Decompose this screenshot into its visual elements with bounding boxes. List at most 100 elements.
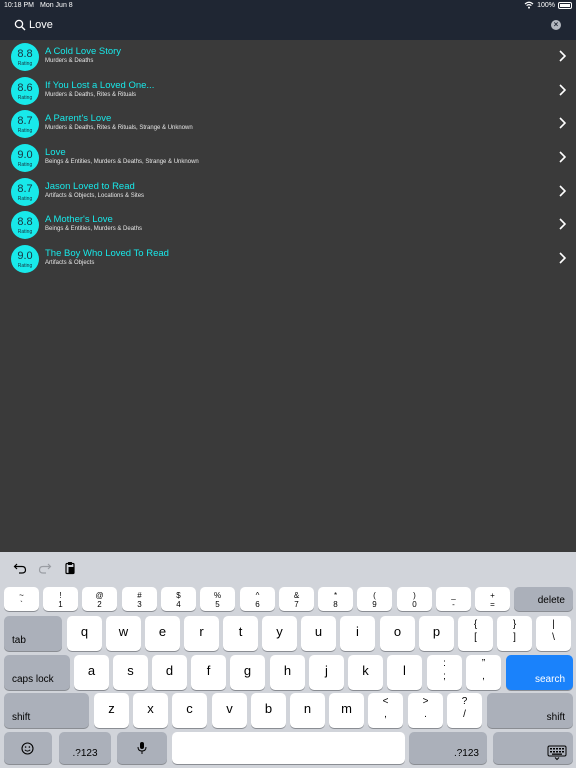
key-letter[interactable]: k xyxy=(348,655,383,690)
tab-label: tab xyxy=(12,635,26,646)
dictation-key[interactable] xyxy=(117,732,167,764)
result-title: If You Lost a Loved One... xyxy=(45,79,155,91)
emoji-key[interactable] xyxy=(4,732,52,764)
key-char: 5 xyxy=(215,600,220,609)
result-row[interactable]: 8.8 Rating A Mother's Love Beings & Entitie… xyxy=(0,208,576,242)
space-key[interactable] xyxy=(172,732,405,764)
key-number[interactable]: * 8 xyxy=(318,587,353,611)
key-symbol[interactable]: >. xyxy=(408,693,443,728)
key-number[interactable]: ! 1 xyxy=(43,587,78,611)
number-mode-key[interactable]: .?123 xyxy=(59,732,111,764)
key-char: h xyxy=(283,663,292,678)
key-letter[interactable]: h xyxy=(270,655,305,690)
result-title: A Cold Love Story xyxy=(45,46,122,57)
key-symbol[interactable]: | \ xyxy=(536,616,571,651)
key-letter[interactable]: p xyxy=(419,616,454,651)
key-letter[interactable]: f xyxy=(191,655,226,690)
key-letter[interactable]: s xyxy=(113,655,148,690)
key-letter[interactable]: a xyxy=(74,655,109,690)
key-char: l xyxy=(403,663,406,678)
search-label: search xyxy=(534,674,565,685)
rating-badge: 9.0 Rating xyxy=(11,245,39,274)
redo-icon[interactable] xyxy=(38,561,52,575)
hide-keyboard-key[interactable] xyxy=(493,732,573,764)
search-icon xyxy=(14,19,26,31)
search-key[interactable]: search xyxy=(506,655,573,690)
key-number[interactable]: @2 xyxy=(82,587,117,611)
battery-percent: 100% xyxy=(537,1,555,9)
shift-left-key[interactable]: shift xyxy=(4,693,89,728)
key-char: ` xyxy=(20,600,23,609)
key-letter[interactable]: x xyxy=(133,693,168,728)
key-letter[interactable]: n xyxy=(290,693,325,728)
key-number[interactable]: ^ 6 xyxy=(240,587,275,611)
key-number[interactable]: ~ ` xyxy=(4,587,39,611)
key-number[interactable]: _ - xyxy=(436,587,471,611)
key-letter[interactable]: r xyxy=(184,616,219,651)
result-row[interactable]: 8.6 Rating If You Lost a Loved One... Murde… xyxy=(0,74,576,108)
search-input[interactable]: Love xyxy=(29,19,53,31)
key-char: . xyxy=(424,709,427,720)
key-letter[interactable]: o xyxy=(380,616,415,651)
result-row[interactable]: 8.8 Rating A Cold Love Story Murders & Deat… xyxy=(0,40,576,74)
key-shift-char: + xyxy=(490,591,495,600)
key-char: 0 xyxy=(412,600,417,609)
result-row[interactable]: 9.0 Rating Love Beings & Entities, Murders … xyxy=(0,141,576,175)
rating-score: 9.0 xyxy=(17,250,33,263)
key-letter[interactable]: y xyxy=(262,616,297,651)
rating-label: Rating xyxy=(17,162,33,169)
result-row[interactable]: 8.7 Rating Jason Loved to Read Artifacts & … xyxy=(0,175,576,209)
rating-badge: 8.7 Rating xyxy=(11,177,39,206)
keyboard-toolbar xyxy=(0,552,576,584)
paste-icon[interactable] xyxy=(63,561,77,575)
key-symbol[interactable]: <, xyxy=(368,693,403,728)
key-letter[interactable]: c xyxy=(172,693,207,728)
key-shift-char: < xyxy=(382,696,389,707)
chevron-right-icon xyxy=(559,50,566,62)
key-symbol[interactable]: ? / xyxy=(447,693,482,728)
key-letter[interactable]: u xyxy=(301,616,336,651)
key-letter[interactable]: l xyxy=(387,655,422,690)
caps-lock-key[interactable]: caps lock xyxy=(4,655,70,690)
key-letter[interactable]: d xyxy=(152,655,187,690)
key-symbol[interactable]: {[ xyxy=(458,616,493,651)
key-char: o xyxy=(393,624,402,639)
key-number[interactable]: & 7 xyxy=(279,587,314,611)
key-number[interactable]: #3 xyxy=(122,587,157,611)
key-letter[interactable]: e xyxy=(145,616,180,651)
key-number[interactable]: $4 xyxy=(161,587,196,611)
key-letter[interactable]: v xyxy=(212,693,247,728)
key-number[interactable]: % 5 xyxy=(200,587,235,611)
key-letter[interactable]: t xyxy=(223,616,258,651)
result-row[interactable]: 9.0 Rating The Boy Who Loved To Read Artifa… xyxy=(0,242,576,276)
key-letter[interactable]: w xyxy=(106,616,141,651)
key-shift-char: % xyxy=(213,591,222,600)
delete-key[interactable]: delete xyxy=(514,587,573,611)
key-symbol[interactable]: ”, xyxy=(466,655,501,690)
tab-key[interactable]: tab xyxy=(4,616,62,651)
search-bar[interactable]: Love × xyxy=(0,12,576,40)
key-number[interactable]: + = xyxy=(475,587,510,611)
key-letter[interactable]: z xyxy=(94,693,129,728)
key-symbol[interactable]: :; xyxy=(427,655,462,690)
key-letter[interactable]: i xyxy=(340,616,375,651)
result-title: A Mother's Love xyxy=(45,214,113,226)
key-letter[interactable]: g xyxy=(230,655,265,690)
key-number[interactable]: (9 xyxy=(357,587,392,611)
result-row[interactable]: 8.7 Rating A Parent's Love Murders & Deaths… xyxy=(0,107,576,141)
clear-search-icon[interactable]: × xyxy=(551,20,561,30)
key-letter[interactable]: j xyxy=(309,655,344,690)
shift-right-key[interactable]: shift xyxy=(487,693,573,728)
chevron-right-icon xyxy=(559,252,566,264)
status-date: Mon Jun 8 xyxy=(40,2,73,9)
key-number[interactable]: ) 0 xyxy=(397,587,432,611)
key-char: , xyxy=(384,709,387,720)
key-char: 8 xyxy=(333,600,338,609)
key-letter[interactable]: b xyxy=(251,693,286,728)
key-symbol[interactable]: }] xyxy=(497,616,532,651)
undo-icon[interactable] xyxy=(13,561,27,575)
number-mode-key[interactable]: .?123 xyxy=(409,732,487,764)
rating-score: 9.0 xyxy=(17,149,33,162)
key-letter[interactable]: q xyxy=(67,616,102,651)
key-letter[interactable]: m xyxy=(329,693,364,728)
